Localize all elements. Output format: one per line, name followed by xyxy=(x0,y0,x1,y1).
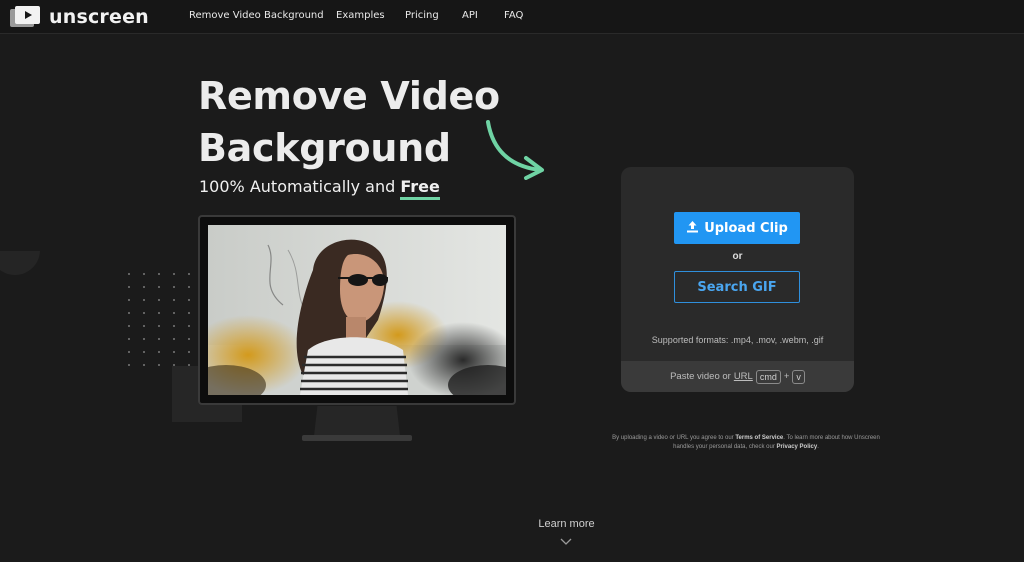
brand-logo[interactable]: unscreen xyxy=(10,5,149,29)
decor-dot xyxy=(173,325,175,327)
decor-dot xyxy=(188,312,190,314)
search-gif-button[interactable]: Search GIF xyxy=(674,271,800,303)
decor-dot xyxy=(188,351,190,353)
decor-dot xyxy=(173,299,175,301)
chevron-down-icon[interactable] xyxy=(560,534,572,545)
hero-subtitle-free: Free xyxy=(400,177,440,200)
nav-remove-video-background[interactable]: Remove Video Background xyxy=(189,10,324,21)
decor-dot xyxy=(143,286,145,288)
decor-dot xyxy=(143,325,145,327)
decor-dot xyxy=(173,351,175,353)
decor-dot xyxy=(158,351,160,353)
hero-title: Remove Video Background xyxy=(198,74,500,170)
hero-subtitle-text: 100% Automatically and xyxy=(199,177,401,196)
hero-subtitle: 100% Automatically and Free xyxy=(199,177,440,200)
decor-dot xyxy=(158,299,160,301)
legal-text-1: By uploading a video or URL you agree to… xyxy=(612,435,736,441)
decor-dot xyxy=(128,299,130,301)
legal-notice: By uploading a video or URL you agree to… xyxy=(612,434,880,452)
decor-dot xyxy=(173,273,175,275)
nav-api[interactable]: API xyxy=(462,10,478,21)
upload-card: Upload Clip or Search GIF Supported form… xyxy=(621,167,854,392)
decor-dot xyxy=(128,273,130,275)
paste-prefix: Paste video or xyxy=(670,371,731,382)
decor-dot xyxy=(188,338,190,340)
paste-url-link[interactable]: URL xyxy=(734,371,753,382)
decor-dot xyxy=(143,364,145,366)
nav-pricing[interactable]: Pricing xyxy=(405,10,439,21)
privacy-policy-link[interactable]: Privacy Policy xyxy=(777,444,818,450)
key-cmd: cmd xyxy=(755,369,781,384)
demo-video-preview[interactable] xyxy=(208,225,506,395)
decor-dot xyxy=(143,338,145,340)
decor-dot xyxy=(158,338,160,340)
decor-dot xyxy=(143,299,145,301)
decor-dot xyxy=(158,286,160,288)
key-plus: + xyxy=(783,371,790,382)
key-v: v xyxy=(792,369,805,384)
decor-dot xyxy=(143,312,145,314)
decor-dot xyxy=(158,325,160,327)
decor-dot xyxy=(158,273,160,275)
decor-dot xyxy=(173,364,175,366)
decor-half-circle xyxy=(0,251,40,275)
decor-dot xyxy=(158,312,160,314)
decor-dot xyxy=(128,325,130,327)
upload-clip-label: Upload Clip xyxy=(704,220,788,236)
decor-dot xyxy=(128,351,130,353)
monitor-stand-base xyxy=(302,435,412,441)
monitor-stand xyxy=(314,406,400,436)
upload-icon xyxy=(686,220,699,237)
decor-dot xyxy=(188,364,190,366)
decor-dot xyxy=(128,338,130,340)
logo-play-icon xyxy=(10,6,40,28)
top-navbar: unscreen Remove Video Background Example… xyxy=(0,0,1024,34)
decor-dot xyxy=(128,286,130,288)
learn-more-link[interactable]: Learn more xyxy=(0,518,1024,530)
decor-dot xyxy=(188,273,190,275)
decor-dot xyxy=(143,351,145,353)
terms-of-service-link[interactable]: Terms of Service xyxy=(735,435,783,441)
decor-dot xyxy=(173,286,175,288)
decor-dot xyxy=(173,338,175,340)
decor-dot xyxy=(158,364,160,366)
upload-clip-button[interactable]: Upload Clip xyxy=(674,212,800,244)
paste-url-bar[interactable]: Paste video or URL cmd + v xyxy=(621,361,854,392)
curved-arrow-icon xyxy=(482,118,548,180)
supported-formats-text: Supported formats: .mp4, .mov, .webm, .g… xyxy=(651,335,824,345)
decor-dot xyxy=(173,312,175,314)
or-separator: or xyxy=(732,251,743,262)
decor-dot xyxy=(188,325,190,327)
nav-examples[interactable]: Examples xyxy=(336,10,385,21)
decor-dot xyxy=(188,286,190,288)
decor-dot-grid xyxy=(128,273,198,373)
decor-dot xyxy=(188,299,190,301)
decor-dot xyxy=(143,273,145,275)
nav-faq[interactable]: FAQ xyxy=(504,10,523,21)
decor-dot xyxy=(128,364,130,366)
brand-name: unscreen xyxy=(49,6,149,28)
legal-text-3: . xyxy=(817,444,819,450)
monitor-mockup xyxy=(198,215,516,405)
decor-dot xyxy=(128,312,130,314)
